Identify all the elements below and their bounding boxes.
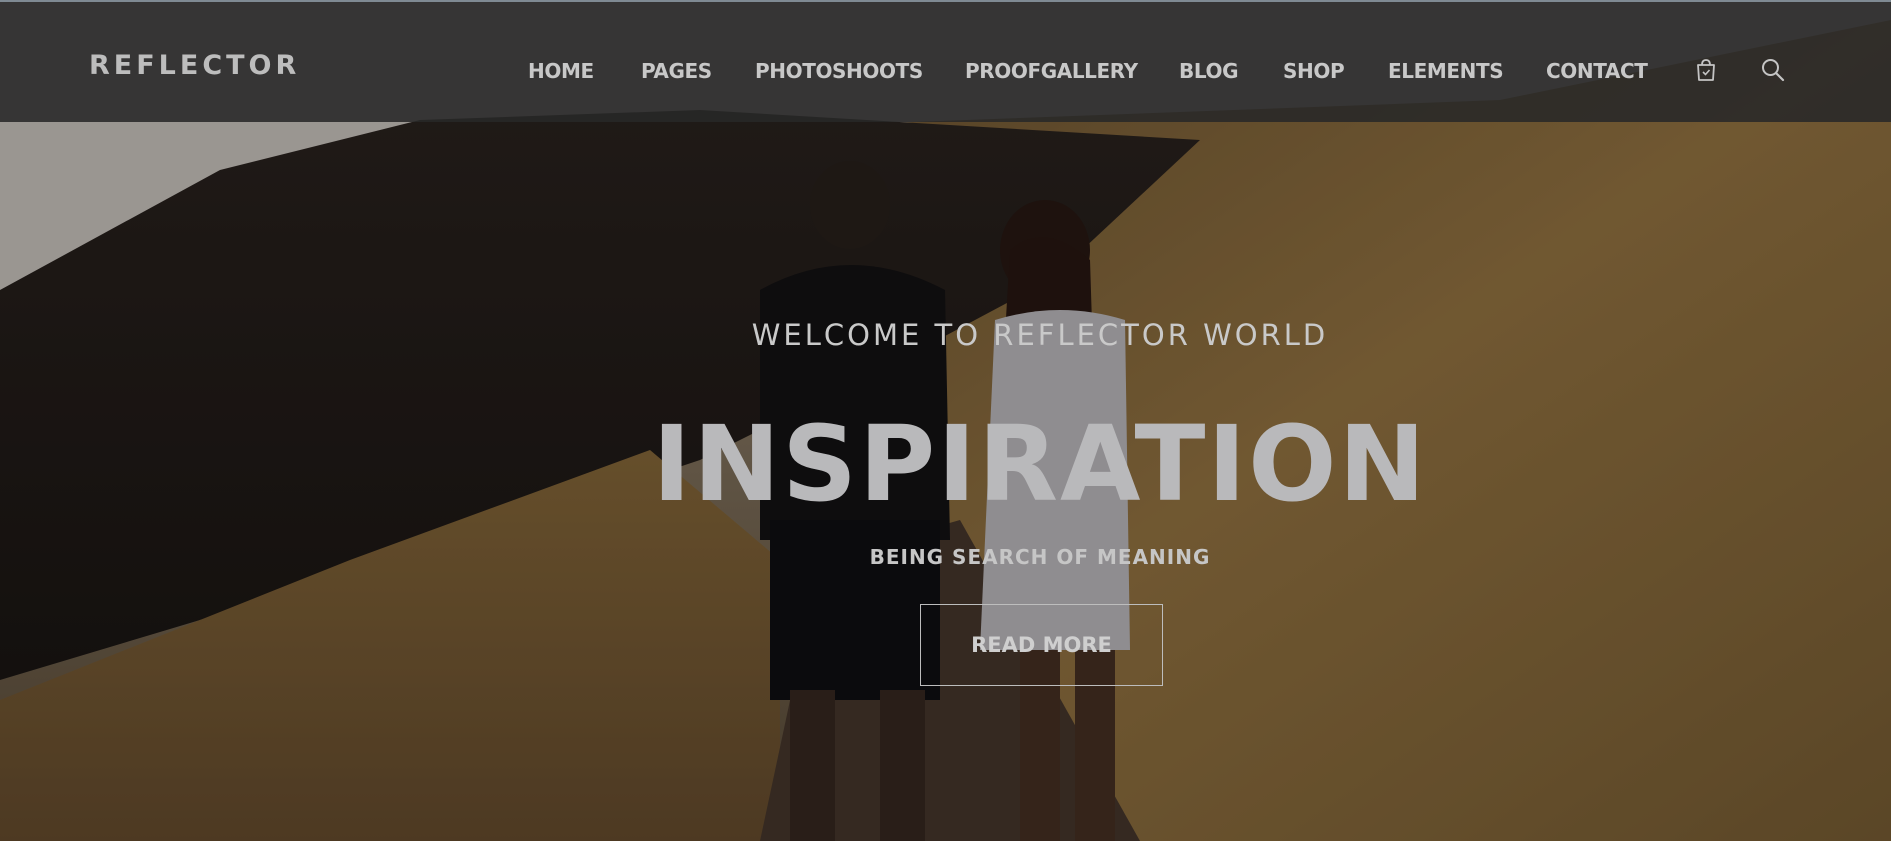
- nav-item-contact[interactable]: CONTACT: [1546, 59, 1648, 83]
- hero-headline: INSPIRATION: [652, 403, 1428, 525]
- nav-item-blog[interactable]: BLOG: [1179, 59, 1238, 83]
- hero-welcome-text: WELCOME TO REFLECTOR WORLD: [751, 318, 1329, 352]
- search-icon[interactable]: [1760, 57, 1786, 83]
- shopping-bag-icon[interactable]: [1693, 57, 1719, 83]
- site-header: REFLECTOR HOME PAGES PHOTOSHOOTS PROOFGA…: [0, 0, 1891, 122]
- site-logo[interactable]: REFLECTOR: [89, 50, 300, 81]
- nav-item-home[interactable]: HOME: [528, 59, 594, 83]
- nav-item-elements[interactable]: ELEMENTS: [1388, 59, 1504, 83]
- hero-subline: BEING SEARCH OF MEANING: [869, 545, 1211, 569]
- nav-item-proofgallery[interactable]: PROOFGALLERY: [965, 59, 1138, 83]
- page: REFLECTOR HOME PAGES PHOTOSHOOTS PROOFGA…: [0, 0, 1891, 841]
- read-more-button[interactable]: READ MORE: [920, 604, 1163, 686]
- nav-item-photoshoots[interactable]: PHOTOSHOOTS: [755, 59, 923, 83]
- nav-item-pages[interactable]: PAGES: [641, 59, 712, 83]
- nav-item-shop[interactable]: SHOP: [1283, 59, 1345, 83]
